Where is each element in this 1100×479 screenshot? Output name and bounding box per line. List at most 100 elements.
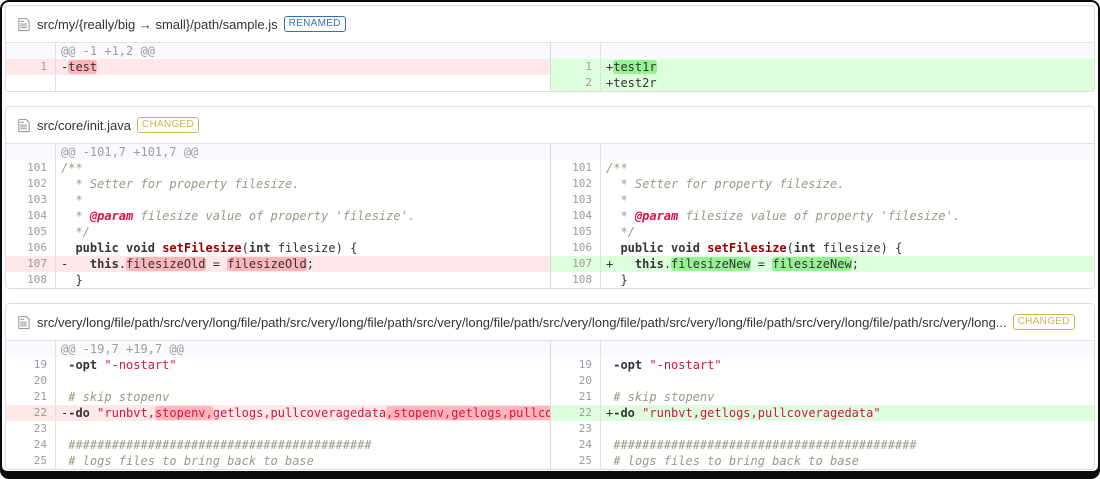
code-cell: * xyxy=(56,192,550,208)
line-number-cell: 23 xyxy=(551,421,601,437)
code-segment: filesize) { xyxy=(270,241,358,255)
diff-right-pane: 101/** 102 * Setter for property filesize… xyxy=(550,144,1094,288)
code-cell xyxy=(601,421,1094,437)
code-segment: setFilesize xyxy=(707,241,787,255)
diff-left-pane: @@ -101,7 +101,7 @@ 101/** 102 * Setter fo… xyxy=(6,144,550,288)
line-number-cell: 24 xyxy=(6,437,56,453)
code-segment: -do xyxy=(68,406,90,420)
code-cell xyxy=(56,421,550,437)
line-number-cell xyxy=(6,341,56,357)
hunk-header-cell xyxy=(601,341,1094,357)
file-name: src/core/init.java xyxy=(37,117,131,133)
diff-row: 22 +-do "runbvt,getlogs,pullcoveragedata" xyxy=(551,405,1094,421)
line-number-cell: 25 xyxy=(551,453,601,469)
diff-row: 102 * Setter for property filesize. xyxy=(6,176,550,192)
diff-container: src/my/{really/big → small}/path/sample.… xyxy=(2,5,1098,470)
line-number-cell xyxy=(6,43,56,59)
diff-row: 20 xyxy=(6,373,550,389)
file-icon xyxy=(18,118,30,133)
code-cell: * Setter for property filesize. xyxy=(56,176,550,192)
code-segment: - xyxy=(61,257,90,271)
line-number-cell: 107 xyxy=(6,256,56,272)
diff-row: 106 public void setFilesize(int filesize… xyxy=(551,240,1094,256)
code-cell xyxy=(56,373,550,389)
line-number-cell: 1 xyxy=(551,59,601,75)
file-header: src/core/init.java CHANGED xyxy=(6,107,1094,144)
line-number-cell: 106 xyxy=(551,240,601,256)
diff-row: 20 xyxy=(551,373,1094,389)
code-segment: filesizeNew xyxy=(671,257,751,271)
code-segment: getlogs,pullcoveragedata xyxy=(212,406,387,420)
diff-row: 103 * xyxy=(551,192,1094,208)
code-segment: filesize value of property 'filesize'. xyxy=(133,209,416,223)
code-segment: -do xyxy=(613,406,635,420)
diff-row: 101 /** xyxy=(6,160,550,176)
code-cell: -opt "-nostart" xyxy=(56,357,550,373)
code-cell: - this.filesizeOld = filesizeOld; xyxy=(56,256,550,272)
code-segment: # skip stopenv xyxy=(606,390,715,404)
code-segment: ; xyxy=(306,257,314,271)
line-number-cell: 102 xyxy=(6,176,56,192)
diff-row: 104 * @param filesize value of property … xyxy=(551,208,1094,224)
code-segment: int xyxy=(793,241,816,255)
line-number-cell: 20 xyxy=(551,373,601,389)
diff-row: 108 } xyxy=(6,272,550,288)
code-segment: ########################################… xyxy=(606,438,917,452)
code-cell: # logs files to bring back to base xyxy=(56,453,550,469)
file-diff-block: src/very/long/file/path/src/very/long/fi… xyxy=(5,303,1095,470)
diff-row: 1 -test xyxy=(6,59,550,75)
code-segment: "runbvt,getlogs,pullcoveragedata" xyxy=(642,406,881,420)
code-segment: = xyxy=(750,257,773,271)
diff-sides: @@ -101,7 +101,7 @@ 101/** 102 * Setter fo… xyxy=(6,144,1094,288)
line-number-cell: 105 xyxy=(551,224,601,240)
diff-row: 22 --do "runbvt,stopenv,getlogs,pullcover… xyxy=(6,405,550,421)
line-number-cell: 106 xyxy=(6,240,56,256)
code-cell: * @param filesize value of property 'fil… xyxy=(601,208,1094,224)
line-number-cell: 19 xyxy=(6,357,56,373)
code-segment: -opt xyxy=(613,358,643,372)
code-cell: */ xyxy=(601,224,1094,240)
file-header: src/my/{really/big → small}/path/sample.… xyxy=(6,6,1094,43)
file-name: src/very/long/file/path/src/very/long/fi… xyxy=(37,314,1007,330)
code-segment: * Setter for property filesize. xyxy=(61,177,300,191)
line-number-cell: 1 xyxy=(6,59,56,75)
code-segment: * xyxy=(606,193,628,207)
code-segment: ( xyxy=(241,241,249,255)
line-number-cell: 22 xyxy=(6,405,56,421)
line-number-cell: 107 xyxy=(551,256,601,272)
diff-row: 1 +test1r xyxy=(551,59,1094,75)
diff-row: 107 + this.filesizeNew = filesizeNew; xyxy=(551,256,1094,272)
code-cell: +-do "runbvt,getlogs,pullcoveragedata" xyxy=(601,405,1094,421)
hunk-header-cell xyxy=(601,144,1094,160)
line-number-cell: 103 xyxy=(6,192,56,208)
code-segment: filesize value of property 'filesize'. xyxy=(678,209,961,223)
code-cell: public void setFilesize(int filesize) { xyxy=(601,240,1094,256)
code-segment: ,stopenv,getlogs,pullcoveragedata" xyxy=(386,406,550,420)
code-segment: public xyxy=(620,241,664,255)
code-cell: -opt "-nostart" xyxy=(601,357,1094,373)
diff-row: 21 # skip stopenv xyxy=(6,389,550,405)
hunk-header-cell: @@ -19,7 +19,7 @@ xyxy=(61,342,184,356)
code-cell: +test2r xyxy=(601,75,1094,91)
file-diff-block: src/my/{really/big → small}/path/sample.… xyxy=(5,5,1095,92)
diff-sides: @@ -1 +1,2 @@ 1 -test 1 +test1r 2 +test2r xyxy=(6,43,1094,91)
diff-sides: @@ -19,7 +19,7 @@ 19 -opt "-nostart" 20 21 … xyxy=(6,341,1094,469)
line-number-cell: 23 xyxy=(6,421,56,437)
code-cell: # logs files to bring back to base xyxy=(601,453,1094,469)
diff-row: @@ -1 +1,2 @@ xyxy=(6,43,550,59)
diff-row: 2 +test2r xyxy=(551,75,1094,91)
code-segment: = xyxy=(205,257,228,271)
diff-row: 25 # logs files to bring back to base xyxy=(551,453,1094,469)
code-segment: stopenv, xyxy=(154,406,213,420)
hunk-header-cell xyxy=(601,43,1094,59)
line-number-cell xyxy=(551,341,601,357)
code-cell: --do "runbvt,stopenv,getlogs,pullcoverag… xyxy=(56,405,550,421)
diff-row: 24 #####################################… xyxy=(551,437,1094,453)
diff-row xyxy=(6,75,550,91)
diff-row: 106 public void setFilesize(int filesize… xyxy=(6,240,550,256)
line-number-cell: 101 xyxy=(6,160,56,176)
diff-row xyxy=(551,341,1094,357)
line-number-cell: 104 xyxy=(6,208,56,224)
code-cell: ########################################… xyxy=(56,437,550,453)
